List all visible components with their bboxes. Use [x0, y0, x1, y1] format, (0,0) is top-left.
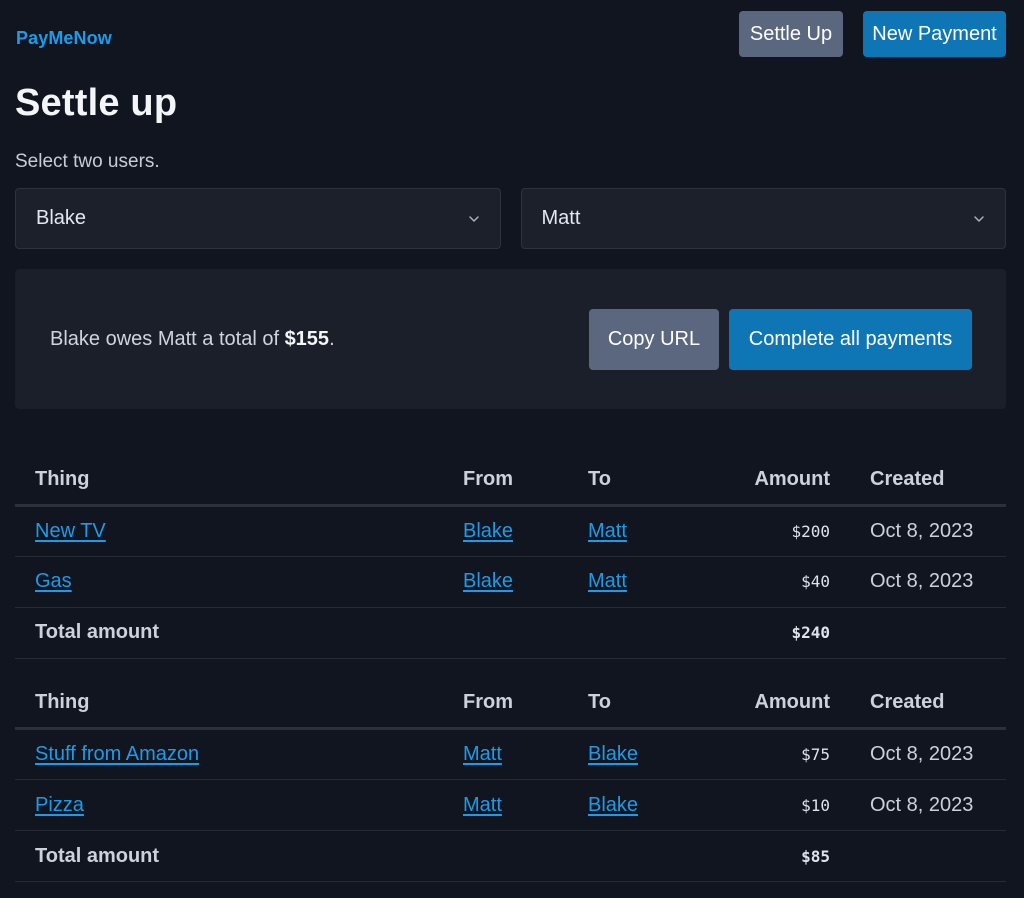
column-header-to: To: [588, 678, 718, 730]
user-a-select[interactable]: Blake: [15, 188, 501, 249]
amount-value: $10: [801, 795, 830, 815]
total-amount: $240: [791, 623, 830, 642]
column-header-from: From: [463, 678, 588, 730]
summary-prefix: Blake owes Matt a total of: [50, 327, 285, 350]
user-selects: Blake Matt: [15, 188, 1006, 249]
from-user-link[interactable]: Blake: [463, 520, 513, 542]
chevron-down-icon: [468, 216, 479, 222]
to-user-link[interactable]: Blake: [588, 794, 638, 816]
created-date: Oct 8, 2023: [870, 779, 1006, 831]
summary-card: Blake owes Matt a total of $155. Copy UR…: [15, 269, 1006, 409]
thing-link[interactable]: Pizza: [35, 794, 84, 816]
user-b-select[interactable]: Matt: [520, 188, 1006, 249]
column-header-amount: Amount: [718, 678, 870, 730]
payments-table-b-to-a: Thing From To Amount Created Stuff from …: [15, 678, 1006, 882]
table-row: Pizza Matt Blake $10 Oct 8, 2023: [15, 779, 1006, 831]
page-subtitle: Select two users.: [15, 151, 160, 172]
table-row: Gas Blake Matt $40 Oct 8, 2023: [15, 556, 1006, 608]
thing-link[interactable]: New TV: [35, 520, 106, 542]
complete-all-payments-button[interactable]: Complete all payments: [729, 308, 972, 370]
to-user-link[interactable]: Matt: [588, 570, 627, 592]
to-user-link[interactable]: Matt: [588, 520, 627, 542]
thing-link[interactable]: Gas: [35, 570, 72, 592]
total-label: Total amount: [15, 607, 463, 659]
brand-logo-link[interactable]: PayMeNow: [16, 28, 112, 49]
from-user-link[interactable]: Matt: [463, 794, 502, 816]
total-amount: $85: [801, 846, 830, 866]
copy-url-button[interactable]: Copy URL: [589, 308, 719, 370]
table-row: New TV Blake Matt $200 Oct 8, 2023: [15, 505, 1006, 557]
table-header-row: Thing From To Amount Created: [15, 455, 1006, 507]
total-row: Total amount $85: [15, 830, 1006, 882]
column-header-from: From: [463, 455, 588, 507]
created-date: Oct 8, 2023: [870, 505, 1006, 557]
column-header-created: Created: [870, 678, 1006, 730]
page-title: Settle up: [15, 82, 178, 124]
created-date: Oct 8, 2023: [870, 728, 1006, 780]
amount-value: $75: [801, 745, 830, 764]
to-user-link[interactable]: Blake: [588, 743, 638, 765]
column-header-amount: Amount: [718, 455, 870, 507]
table-header-row: Thing From To Amount Created: [15, 678, 1006, 730]
summary-amount: $155: [284, 327, 330, 350]
column-header-thing: Thing: [15, 455, 463, 507]
new-payment-button[interactable]: New Payment: [863, 11, 1006, 57]
payments-table-a-to-b: Thing From To Amount Created New TV Blak…: [15, 455, 1006, 659]
settle-up-nav-button[interactable]: Settle Up: [739, 11, 843, 57]
header: PayMeNow Settle Up New Payment: [15, 0, 1006, 68]
chevron-down-icon: [974, 216, 984, 222]
column-header-created: Created: [870, 455, 1006, 507]
summary-text: Blake owes Matt a total of $155.: [50, 328, 589, 351]
table-row: Stuff from Amazon Matt Blake $75 Oct 8, …: [15, 728, 1006, 780]
user-b-select-value: Matt: [541, 207, 581, 229]
amount-value: $200: [791, 521, 830, 541]
column-header-thing: Thing: [15, 678, 463, 730]
user-a-select-value: Blake: [36, 207, 87, 229]
total-label: Total amount: [15, 830, 463, 882]
page: PayMeNow Settle Up New Payment Settle up…: [0, 0, 1024, 898]
summary-suffix: .: [329, 327, 335, 350]
from-user-link[interactable]: Blake: [463, 570, 513, 592]
column-header-to: To: [588, 455, 718, 507]
thing-link[interactable]: Stuff from Amazon: [35, 743, 199, 765]
created-date: Oct 8, 2023: [870, 556, 1006, 608]
from-user-link[interactable]: Matt: [463, 743, 502, 765]
amount-value: $40: [801, 572, 830, 591]
total-row: Total amount $240: [15, 607, 1006, 659]
